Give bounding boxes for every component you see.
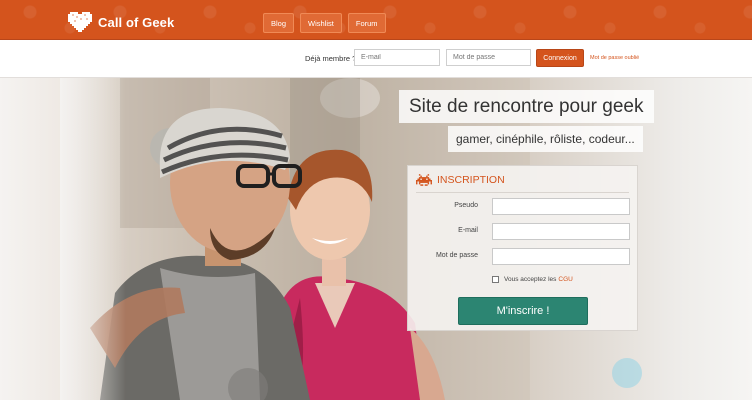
main-nav: Blog Wishlist Forum [263, 13, 386, 33]
brand-name: Call of Geek [98, 14, 175, 30]
hero-headline: Site de rencontre pour geek [399, 90, 654, 123]
hero-section: Site de rencontre pour geek gamer, cinép… [0, 78, 752, 400]
nav-wishlist-button[interactable]: Wishlist [300, 13, 342, 33]
divider [416, 192, 629, 193]
nav-blog-button[interactable]: Blog [263, 13, 295, 33]
login-email-input[interactable] [354, 49, 440, 66]
hero-subline: gamer, cinéphile, rôliste, codeur... [448, 126, 643, 152]
login-bar: Déjà membre ? Connexion Mot de passe oub… [0, 40, 752, 78]
signup-title: INSCRIPTION [437, 174, 505, 186]
password-input[interactable] [492, 248, 630, 265]
forgot-password-link[interactable]: Mot de passe oublié [590, 55, 639, 61]
email-input[interactable] [492, 223, 630, 240]
pseudo-label: Pseudo [454, 202, 478, 209]
login-password-input[interactable] [446, 49, 531, 66]
brand-logo[interactable]: Call of Geek [68, 12, 174, 32]
pixel-heart-icon [68, 12, 92, 32]
member-label: Déjà membre ? [305, 54, 357, 63]
signup-panel: INSCRIPTION Pseudo E-mail Mot de passe V… [407, 165, 638, 331]
password-label: Mot de passe [435, 252, 478, 259]
terms-row: Vous acceptez les CGU [492, 276, 573, 283]
signup-button[interactable]: M'inscrire ! [458, 297, 588, 325]
space-invader-icon [416, 174, 432, 186]
signup-header: INSCRIPTION [416, 174, 505, 186]
pseudo-input[interactable] [492, 198, 630, 215]
login-button[interactable]: Connexion [536, 49, 584, 67]
terms-link[interactable]: CGU [558, 276, 572, 283]
terms-text: Vous acceptez les [504, 276, 557, 283]
email-label: E-mail [458, 227, 478, 234]
bokeh-light [612, 358, 642, 388]
nav-forum-button[interactable]: Forum [347, 13, 386, 33]
top-header: Call of Geek Blog Wishlist Forum [0, 0, 752, 40]
terms-checkbox[interactable] [492, 276, 499, 283]
